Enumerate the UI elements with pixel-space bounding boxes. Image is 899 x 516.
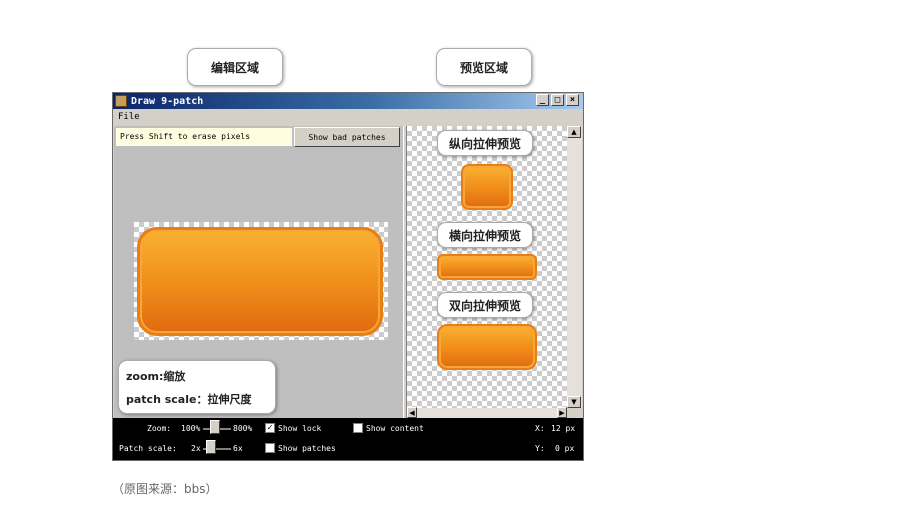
menu-file[interactable]: File <box>118 112 140 122</box>
check-mark-icon: ✓ <box>267 423 273 433</box>
editor-pane[interactable]: Press Shift to erase pixels Show bad pat… <box>114 126 403 418</box>
zoom-note: zoom:缩放 <box>126 369 186 383</box>
vertical-preview-callout: 纵向拉伸预览 <box>437 130 533 156</box>
horizontal-preview-text: 横向拉伸预览 <box>448 228 521 243</box>
zoom-label: Zoom: <box>147 424 172 433</box>
preview-vertical-scrollbar[interactable]: ▲ ▼ <box>567 126 582 408</box>
vertical-preview-text: 纵向拉伸预览 <box>448 136 521 151</box>
edit-area-callout: 编辑区域 <box>187 48 283 86</box>
show-content-label: Show content <box>366 424 424 433</box>
java-app-icon <box>115 95 127 107</box>
erase-hint: Press Shift to erase pixels <box>116 128 292 146</box>
zoom-slider-thumb[interactable] <box>210 420 220 434</box>
x-value: 12 px <box>551 424 576 433</box>
patch-slider-thumb[interactable] <box>206 440 216 454</box>
zoom-max-label: 800% <box>233 424 253 433</box>
preview-pane[interactable]: 纵向拉伸预览 横向拉伸预览 双向拉伸预览 <box>407 126 567 408</box>
edit-canvas[interactable] <box>134 222 388 340</box>
menu-bar: File <box>113 109 583 125</box>
edit-area-callout-text: 编辑区域 <box>210 60 259 75</box>
zoom-min-label: 100% <box>181 424 201 433</box>
show-lock-label: Show lock <box>278 424 322 433</box>
x-label: X: <box>535 424 545 433</box>
horizontal-preview-callout: 横向拉伸预览 <box>437 222 533 248</box>
preview-area-callout-text: 预览区域 <box>459 60 508 75</box>
patch-scale-note: patch scale：拉伸尺度 <box>126 392 252 406</box>
scroll-left-button[interactable]: ◀ <box>407 407 417 418</box>
show-lock-checkbox[interactable]: ✓ <box>265 423 275 433</box>
window-title: Draw 9-patch <box>131 95 204 107</box>
scroll-down-button[interactable]: ▼ <box>567 396 581 408</box>
both-preview-callout: 双向拉伸预览 <box>437 292 533 318</box>
show-patches-checkbox[interactable] <box>265 443 275 453</box>
minimize-button[interactable]: _ <box>536 94 549 106</box>
edit-button-image <box>137 227 383 336</box>
both-preview-image <box>437 324 537 370</box>
vertical-preview-image <box>461 164 513 210</box>
scroll-right-button[interactable]: ▶ <box>557 407 567 418</box>
preview-horizontal-scrollbar[interactable]: ◀ ▶ <box>407 407 567 418</box>
y-label: Y: <box>535 444 545 453</box>
zoom-patch-callout: zoom:缩放 patch scale：拉伸尺度 <box>118 360 276 414</box>
horizontal-preview-image <box>437 254 537 280</box>
close-button[interactable]: × <box>566 94 579 106</box>
patch-scale-label: Patch scale: <box>119 444 177 453</box>
patch-min-label: 2x <box>191 444 201 453</box>
both-preview-text: 双向拉伸预览 <box>448 298 521 313</box>
control-bar: Zoom: 100% 800% ✓ Show lock Show content… <box>113 418 583 460</box>
show-patches-label: Show patches <box>278 444 336 453</box>
show-content-checkbox[interactable] <box>353 423 363 433</box>
maximize-button[interactable]: □ <box>551 94 564 106</box>
image-caption: （原图来源：bbs） <box>112 482 218 496</box>
scroll-up-button[interactable]: ▲ <box>567 126 581 138</box>
window-controls: _ □ × <box>536 94 579 106</box>
y-value: 0 px <box>555 444 575 453</box>
patch-max-label: 6x <box>233 444 243 453</box>
draw9patch-window: Draw 9-patch _ □ × File Press Shift to e… <box>112 92 584 461</box>
preview-area-callout: 预览区域 <box>436 48 532 86</box>
title-bar[interactable]: Draw 9-patch _ □ × <box>113 93 583 109</box>
show-bad-patches-button[interactable]: Show bad patches <box>294 127 400 147</box>
